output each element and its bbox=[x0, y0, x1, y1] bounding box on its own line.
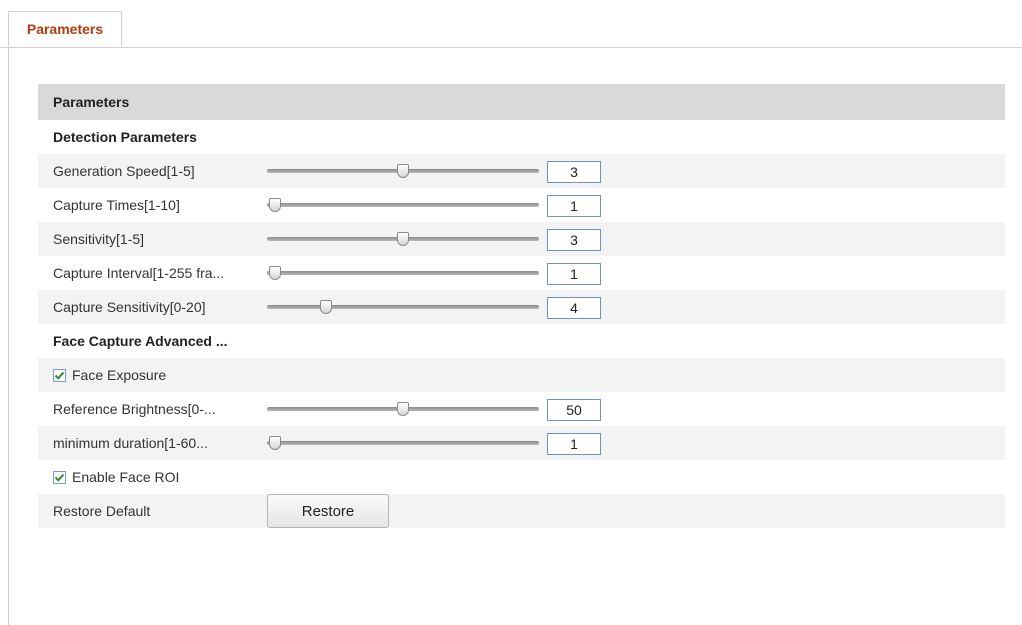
slider-track bbox=[267, 441, 539, 445]
generation-speed-value[interactable]: 3 bbox=[547, 161, 601, 183]
slider-track bbox=[267, 203, 539, 207]
face-roi-checkbox[interactable] bbox=[53, 470, 66, 484]
advanced-parameters-row: Face Capture Advanced ... bbox=[38, 324, 1005, 358]
slider-label: minimum duration[1-60... bbox=[53, 435, 208, 451]
slider-row-generation-speed: Generation Speed[1-5] 3 bbox=[38, 154, 1005, 188]
restore-default-row: Restore Default Restore bbox=[38, 494, 1005, 528]
restore-default-label: Restore Default bbox=[53, 503, 151, 519]
slider-row-capture-interval: Capture Interval[1-255 fra... 1 bbox=[38, 256, 1005, 290]
slider-row-sensitivity: Sensitivity[1-5] 3 bbox=[38, 222, 1005, 256]
reference-brightness-slider[interactable] bbox=[267, 402, 539, 416]
checkmark-icon bbox=[54, 371, 65, 380]
generation-speed-slider[interactable] bbox=[267, 164, 539, 178]
slider-row-reference-brightness: Reference Brightness[0-... 50 bbox=[38, 392, 1005, 426]
slider-thumb[interactable] bbox=[269, 436, 281, 450]
sensitivity-slider[interactable] bbox=[267, 232, 539, 246]
slider-thumb[interactable] bbox=[269, 198, 281, 212]
checkmark-icon bbox=[54, 473, 65, 482]
minimum-duration-slider[interactable] bbox=[267, 436, 539, 450]
advanced-parameters-title: Face Capture Advanced ... bbox=[53, 333, 228, 349]
capture-times-value[interactable]: 1 bbox=[547, 195, 601, 217]
detection-parameters-row: Detection Parameters bbox=[38, 120, 1005, 154]
slider-label: Capture Interval[1-255 fra... bbox=[53, 265, 225, 281]
tab-parameters[interactable]: Parameters bbox=[8, 11, 122, 47]
slider-track bbox=[267, 305, 539, 309]
tab-divider bbox=[0, 47, 1022, 48]
capture-times-slider[interactable] bbox=[267, 198, 539, 212]
capture-interval-value[interactable]: 1 bbox=[547, 263, 601, 285]
slider-row-minimum-duration: minimum duration[1-60... 1 bbox=[38, 426, 1005, 460]
section-header: Parameters bbox=[38, 84, 1005, 120]
slider-track bbox=[267, 271, 539, 275]
sensitivity-value[interactable]: 3 bbox=[547, 229, 601, 251]
parameters-panel: Parameters Detection Parameters Generati… bbox=[38, 84, 1005, 528]
slider-thumb[interactable] bbox=[397, 164, 409, 178]
tab-bar: Parameters bbox=[0, 0, 1022, 48]
face-exposure-row: Face Exposure bbox=[38, 358, 1005, 392]
content-border bbox=[8, 47, 9, 625]
face-exposure-label: Face Exposure bbox=[72, 367, 167, 383]
slider-thumb[interactable] bbox=[269, 266, 281, 280]
slider-label: Capture Sensitivity[0-20] bbox=[53, 299, 206, 315]
slider-thumb[interactable] bbox=[397, 402, 409, 416]
face-exposure-checkbox[interactable] bbox=[53, 368, 66, 382]
face-roi-label: Enable Face ROI bbox=[72, 469, 180, 485]
face-roi-row: Enable Face ROI bbox=[38, 460, 1005, 494]
capture-sensitivity-value[interactable]: 4 bbox=[547, 297, 601, 319]
slider-row-capture-times: Capture Times[1-10] 1 bbox=[38, 188, 1005, 222]
reference-brightness-value[interactable]: 50 bbox=[547, 399, 601, 421]
capture-interval-slider[interactable] bbox=[267, 266, 539, 280]
section-header-title: Parameters bbox=[53, 94, 130, 110]
capture-sensitivity-slider[interactable] bbox=[267, 300, 539, 314]
detection-parameters-title: Detection Parameters bbox=[53, 129, 197, 145]
restore-button[interactable]: Restore bbox=[267, 494, 389, 528]
slider-row-capture-sensitivity: Capture Sensitivity[0-20] 4 bbox=[38, 290, 1005, 324]
slider-thumb[interactable] bbox=[397, 232, 409, 246]
slider-label: Reference Brightness[0-... bbox=[53, 401, 216, 417]
slider-label: Generation Speed[1-5] bbox=[53, 163, 195, 179]
slider-label: Sensitivity[1-5] bbox=[53, 231, 145, 247]
minimum-duration-value[interactable]: 1 bbox=[547, 433, 601, 455]
slider-label: Capture Times[1-10] bbox=[53, 197, 180, 213]
slider-thumb[interactable] bbox=[320, 300, 333, 314]
